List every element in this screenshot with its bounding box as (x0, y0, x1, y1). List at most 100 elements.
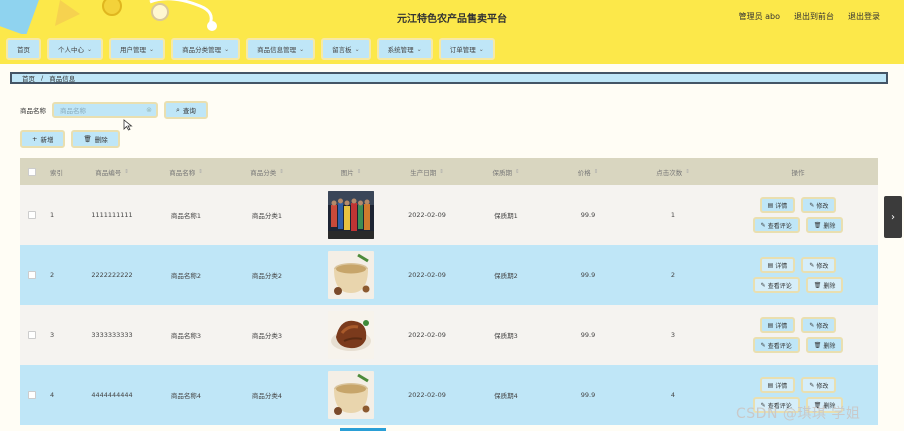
nav-item-orders[interactable]: 订单管理 ⌄ (438, 38, 495, 60)
chevron-down-icon: ⌄ (416, 45, 422, 53)
column-header-name[interactable]: 商品名称 ⇕ (150, 158, 222, 185)
document-icon: ▤ (767, 261, 774, 269)
search-icon: ⌕ (176, 105, 180, 114)
search-button[interactable]: ⌕ 查询 (164, 101, 208, 119)
nav-item-products[interactable]: 商品信息管理 ⌄ (246, 38, 316, 60)
trash-icon: 🗑 (813, 341, 822, 349)
pencil-icon: ✎ (760, 281, 766, 289)
column-header-price[interactable]: 价格 ⇕ (548, 158, 628, 185)
search-label: 商品名称 (20, 107, 46, 115)
nav-item-messages[interactable]: 留言板 ⌄ (321, 38, 371, 60)
row-checkbox[interactable] (28, 211, 36, 219)
chevron-down-icon: ⌄ (87, 45, 93, 53)
row-select-cell (20, 245, 44, 305)
delete-button[interactable]: 🗑 删除 (805, 277, 844, 293)
cell-shelf-life: 保质期2 (494, 272, 518, 280)
edit-button[interactable]: ✎ 修改 (801, 257, 837, 273)
cell-actions: ▤ 详情 ✎ 修改 ✎ 查看评论 🗑 删除 (718, 305, 878, 365)
chevron-down-icon: ⌄ (149, 45, 155, 53)
top-header: 元江特色农产品售卖平台 管理员 abo 退出到前台 退出登录 (0, 0, 904, 34)
document-icon: ▤ (767, 321, 774, 329)
breadcrumb-home[interactable]: 首页 (22, 73, 35, 83)
detail-button[interactable]: ▤ 详情 (759, 317, 796, 333)
mouse-cursor-icon (123, 119, 133, 131)
cell-clicks: 2 (670, 271, 676, 279)
cell-price: 99.9 (580, 211, 596, 219)
cell-name: 商品名称2 (170, 272, 202, 280)
row-checkbox[interactable] (28, 331, 36, 339)
column-header-image[interactable]: 图片 ⇕ (312, 158, 390, 185)
chevron-down-icon: ⌄ (299, 45, 305, 53)
product-image-grain-bowl[interactable] (328, 371, 374, 419)
row-checkbox[interactable] (28, 271, 36, 279)
back-to-front-link[interactable]: 退出到前台 (794, 11, 834, 22)
row-checkbox[interactable] (28, 391, 36, 399)
cell-price: 99.9 (580, 271, 596, 279)
cell-date: 2022-02-09 (408, 331, 446, 339)
table-row: 2 2222222222 商品名称2 商品分类2 2022-02-09 保质期2… (20, 245, 878, 305)
edit-button[interactable]: ✎ 修改 (801, 317, 837, 333)
view-reviews-button[interactable]: ✎ 查看评论 (752, 337, 800, 353)
column-header-code[interactable]: 商品编号 ⇕ (74, 158, 150, 185)
cell-index: 1 (50, 211, 55, 219)
nav-item-profile[interactable]: 个人中心 ⌄ (47, 38, 104, 60)
pencil-icon: ✎ (809, 261, 815, 269)
select-all-checkbox[interactable] (28, 167, 36, 176)
column-header-category[interactable]: 商品分类 ⇕ (222, 158, 312, 185)
nav-item-category[interactable]: 商品分类管理 ⌄ (171, 38, 241, 60)
cell-price: 99.9 (580, 331, 596, 339)
product-image-people[interactable] (328, 191, 374, 239)
cell-category: 商品分类3 (251, 332, 283, 340)
breadcrumb-current: 商品信息 (49, 75, 76, 83)
add-button[interactable]: + 新增 (20, 130, 66, 148)
detail-button[interactable]: ▤ 详情 (759, 377, 796, 393)
cell-date: 2022-02-09 (408, 211, 446, 219)
cell-code: 1111111111 (91, 211, 133, 219)
delete-button[interactable]: 🗑 删除 (805, 337, 844, 353)
edit-button[interactable]: ✎ 修改 (801, 377, 837, 393)
table-row: 3 3333333333 商品名称3 商品分类3 2022-02-09 保质期3… (20, 305, 878, 365)
side-panel-toggle[interactable]: › (884, 196, 902, 238)
pencil-icon: ✎ (809, 321, 815, 329)
cell-category: 商品分类2 (251, 272, 283, 280)
nav-item-users[interactable]: 用户管理 ⌄ (109, 38, 166, 60)
clear-icon[interactable]: ⊗ (146, 106, 152, 114)
nav-item-system[interactable]: 系统管理 ⌄ (376, 38, 433, 60)
column-header-index: 索引 (50, 168, 63, 177)
search-input[interactable]: 商品名称 ⊗ (52, 102, 158, 118)
cell-code: 4444444444 (91, 391, 133, 399)
cell-category: 商品分类4 (251, 392, 283, 400)
logout-link[interactable]: 退出登录 (848, 11, 880, 22)
sort-icon: ⇕ (279, 168, 284, 175)
sort-icon: ⇕ (439, 168, 444, 175)
detail-button[interactable]: ▤ 详情 (759, 197, 796, 213)
trash-icon: 🗑 (813, 221, 822, 229)
detail-button[interactable]: ▤ 详情 (759, 257, 796, 273)
batch-delete-button[interactable]: 🗑 删除 (71, 130, 120, 148)
cell-name: 商品名称4 (170, 392, 202, 400)
toolbar: + 新增 🗑 删除 (20, 130, 120, 148)
cell-image (312, 185, 390, 245)
column-header-clicks[interactable]: 点击次数 ⇕ (628, 158, 718, 185)
sort-icon: ⇕ (124, 168, 129, 175)
column-header-date[interactable]: 生产日期 ⇕ (390, 158, 464, 185)
cell-clicks: 3 (670, 331, 676, 339)
cell-index: 3 (50, 331, 55, 339)
view-reviews-button[interactable]: ✎ 查看评论 (752, 217, 800, 233)
sort-icon: ⇕ (198, 168, 203, 175)
select-all-cell (20, 158, 44, 185)
chevron-down-icon: ⌄ (478, 45, 484, 53)
delete-button[interactable]: 🗑 删除 (805, 217, 844, 233)
column-header-shelf-life[interactable]: 保质期 ⇕ (464, 158, 548, 185)
cell-index: 4 (50, 391, 55, 399)
trash-icon: 🗑 (83, 135, 92, 143)
cell-image (312, 365, 390, 425)
breadcrumb: 首页 / 商品信息 (10, 72, 888, 84)
edit-button[interactable]: ✎ 修改 (801, 197, 837, 213)
nav-item-home[interactable]: 首页 (6, 38, 41, 60)
cell-index: 2 (50, 271, 55, 279)
view-reviews-button[interactable]: ✎ 查看评论 (752, 277, 800, 293)
row-select-cell (20, 365, 44, 425)
product-image-grain-bowl[interactable] (328, 251, 374, 299)
product-image-roast-meat[interactable] (328, 311, 374, 359)
